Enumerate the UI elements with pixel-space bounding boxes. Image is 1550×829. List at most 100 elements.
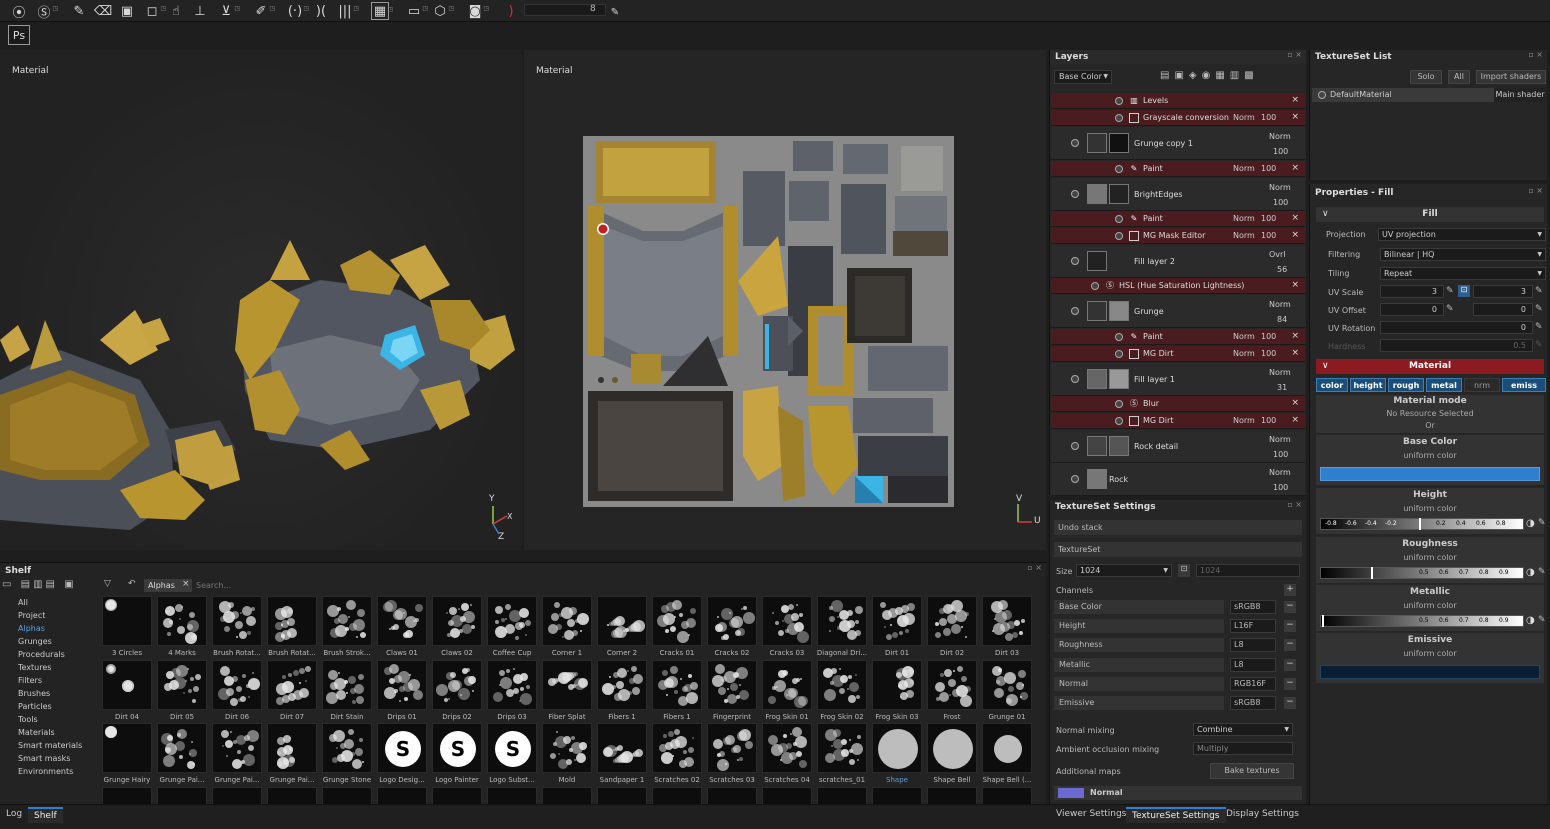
alpha-thumbnail[interactable]: [212, 723, 262, 773]
projection-dropdown[interactable]: UV projection ▼: [1378, 228, 1546, 241]
alpha-thumbnail[interactable]: [817, 596, 867, 646]
camera-icon[interactable]: ▭ ◳: [405, 2, 428, 20]
alpha-thumbnail[interactable]: [762, 723, 812, 773]
alpha-thumbnail[interactable]: [157, 787, 207, 805]
all-button[interactable]: All: [1448, 70, 1470, 84]
alpha-thumbnail[interactable]: [927, 787, 977, 805]
visibility-eye-icon[interactable]: [1318, 91, 1326, 99]
channel-row[interactable]: Base Color: [1054, 600, 1224, 614]
channel-format-dropdown[interactable]: L16F: [1230, 619, 1276, 633]
remove-channel-button[interactable]: −: [1284, 639, 1296, 651]
bake-textures-button[interactable]: Bake textures: [1210, 763, 1294, 779]
alpha-thumbnail[interactable]: [542, 787, 592, 805]
smudge-icon[interactable]: ☝: [167, 2, 185, 20]
alpha-thumbnail[interactable]: [982, 596, 1032, 646]
polygon-fill-icon[interactable]: ◻ ◳: [143, 2, 166, 20]
alpha-thumbnail[interactable]: [377, 596, 427, 646]
remove-effect-icon[interactable]: ×: [1291, 112, 1299, 122]
alpha-thumbnail[interactable]: [267, 787, 317, 805]
visibility-eye-icon[interactable]: [1115, 114, 1123, 122]
remove-effect-icon[interactable]: ×: [1291, 280, 1299, 290]
roughness-slider-handle[interactable]: [1371, 567, 1373, 579]
projection-icon[interactable]: ▣: [118, 2, 136, 20]
substance-s-icon[interactable]: Ⓢ ◳: [35, 2, 58, 21]
visibility-eye-icon[interactable]: [1071, 307, 1079, 315]
alpha-thumbnail[interactable]: [652, 723, 702, 773]
alpha-thumbnail[interactable]: [267, 596, 317, 646]
height-slider-handle[interactable]: [1419, 518, 1421, 530]
roughness-slider[interactable]: 0.5 0.6 0.7 0.8 0.9: [1320, 567, 1524, 579]
add-channel-button[interactable]: +: [1284, 584, 1296, 596]
layer-row[interactable]: Rock detail Norm 100: [1051, 430, 1305, 463]
channel-format-dropdown[interactable]: L8: [1230, 638, 1276, 652]
alpha-thumbnail[interactable]: [872, 723, 922, 773]
textureset-section[interactable]: TextureSet: [1054, 542, 1302, 557]
alpha-thumbnail[interactable]: [432, 596, 482, 646]
mirror-icon[interactable]: )(: [312, 2, 330, 20]
metallic-slider[interactable]: 0.5 0.6 0.7 0.8 0.9: [1320, 615, 1524, 627]
add-effect-icon[interactable]: ▤: [1160, 70, 1174, 81]
clone-stamp-icon[interactable]: ⊻ ◳: [217, 2, 240, 20]
alpha-thumbnail[interactable]: S: [487, 723, 537, 773]
symmetry-icon[interactable]: (·) ◳: [286, 2, 309, 20]
visibility-eye-icon[interactable]: [1115, 350, 1123, 358]
pen-icon[interactable]: ✎: [1446, 286, 1454, 296]
alpha-thumbnail[interactable]: [872, 660, 922, 710]
alpha-thumbnail[interactable]: [652, 660, 702, 710]
remove-channel-button[interactable]: −: [1284, 678, 1296, 690]
layer-effect-row[interactable]: Ⓢ HSL (Hue Saturation Lightness) ×: [1051, 278, 1305, 294]
material-section-header[interactable]: ∨ Material: [1316, 359, 1544, 374]
remove-channel-button[interactable]: −: [1284, 601, 1296, 613]
eraser-icon[interactable]: ⌫: [94, 2, 112, 20]
visibility-eye-icon[interactable]: [1091, 282, 1099, 290]
layer-row[interactable]: BrightEdges Norm 100: [1051, 178, 1305, 211]
picker-icon[interactable]: ✐ ◳: [252, 2, 275, 20]
alpha-thumbnail[interactable]: [267, 660, 317, 710]
channel-tab-rough[interactable]: rough: [1388, 378, 1424, 392]
alpha-thumbnail[interactable]: [267, 723, 317, 773]
alpha-thumbnail[interactable]: S: [432, 723, 482, 773]
uv-offset-u-slider[interactable]: 0: [1380, 303, 1444, 316]
visibility-eye-icon[interactable]: [1115, 215, 1123, 223]
screenshot-icon[interactable]: ◙ ◳: [466, 2, 489, 20]
alpha-thumbnail[interactable]: [707, 787, 757, 805]
alpha-thumbnail[interactable]: [762, 787, 812, 805]
alpha-thumbnail[interactable]: [927, 596, 977, 646]
panel-menu-icon[interactable]: ▫ ×: [1287, 50, 1302, 59]
texture-icon[interactable]: ▦ ◳: [371, 2, 393, 20]
undo-stack-section[interactable]: Undo stack: [1054, 520, 1302, 535]
viewport-3d[interactable]: Material Y X Z: [0, 50, 522, 550]
visibility-eye-icon[interactable]: [1115, 97, 1123, 105]
alpha-thumbnail[interactable]: [487, 787, 537, 805]
tab-log[interactable]: Log: [0, 807, 28, 821]
remove-effect-icon[interactable]: ×: [1291, 213, 1299, 223]
alpha-thumbnail[interactable]: [322, 596, 372, 646]
channel-row[interactable]: Emissive: [1054, 696, 1224, 710]
alpha-thumbnail[interactable]: [707, 596, 757, 646]
alpha-thumbnail[interactable]: [817, 660, 867, 710]
alpha-thumbnail[interactable]: [652, 787, 702, 805]
textureset-item[interactable]: DefaultMaterial Main shader: [1312, 88, 1546, 102]
mirror-alt-icon[interactable]: ||| ◳: [336, 2, 359, 20]
fill-section-header[interactable]: ∨ Fill: [1316, 207, 1544, 222]
alpha-thumbnail[interactable]: [762, 660, 812, 710]
channel-row[interactable]: Metallic: [1054, 658, 1224, 672]
layer-row[interactable]: Fill layer 2 Ovrl 56: [1051, 245, 1305, 278]
alpha-thumbnail[interactable]: [597, 723, 647, 773]
alpha-thumbnail[interactable]: [432, 660, 482, 710]
panel-menu-icon[interactable]: ▫ ×: [1287, 500, 1302, 509]
layer-row[interactable]: Grunge Norm 84: [1051, 295, 1305, 328]
panel-menu-icon[interactable]: ▫ ×: [1528, 186, 1543, 195]
uv-rotation-slider[interactable]: 0: [1380, 321, 1533, 334]
alpha-thumbnail[interactable]: [542, 660, 592, 710]
visibility-eye-icon[interactable]: [1115, 417, 1123, 425]
picker-icon[interactable]: ◑: [1526, 567, 1535, 578]
layer-row[interactable]: Grunge copy 1 Norm 100: [1051, 127, 1305, 160]
layer-effect-row[interactable]: ✎ Paint Norm 100 ×: [1051, 161, 1305, 177]
layer-effect-row[interactable]: MG Mask Editor Norm 100 ×: [1051, 228, 1305, 244]
visibility-eye-icon[interactable]: [1071, 442, 1079, 450]
channel-tab-height[interactable]: height: [1350, 378, 1386, 392]
channel-row[interactable]: Roughness: [1054, 638, 1224, 652]
pen-icon[interactable]: ✎: [1535, 322, 1543, 332]
pen-icon[interactable]: ✎: [1538, 567, 1546, 577]
